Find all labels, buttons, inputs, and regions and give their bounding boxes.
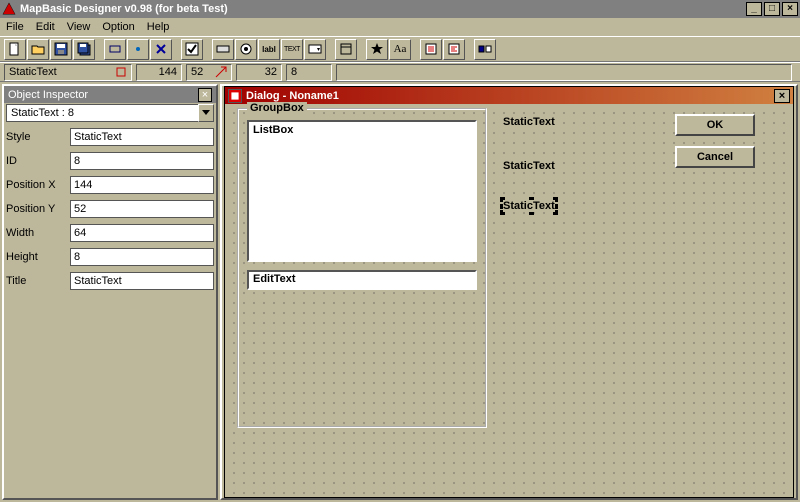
inspector-value[interactable]: StaticText (70, 128, 214, 146)
menu-bar: File Edit View Option Help (0, 18, 800, 36)
circle-icon[interactable] (127, 39, 149, 60)
dialog-window[interactable]: Dialog - Noname1 × GroupBox ListBox Edit… (224, 86, 794, 498)
inspector-row: Width64 (6, 224, 214, 242)
statictext-2[interactable]: StaticText (503, 160, 555, 172)
toolbar: labl TEXT Aa (0, 36, 800, 62)
groupbox-label: GroupBox (247, 102, 307, 114)
pos-h: 8 (286, 64, 332, 81)
statictext-selected[interactable]: StaticText (503, 200, 555, 212)
dialog-titlebar[interactable]: Dialog - Noname1 × (225, 87, 793, 104)
posbar-empty (336, 64, 792, 81)
dialog-icon (228, 89, 242, 103)
menu-help[interactable]: Help (147, 21, 170, 33)
dropdown-icon[interactable] (304, 39, 326, 60)
label-icon[interactable]: labl (258, 39, 280, 60)
pos-y: 52 (186, 64, 232, 81)
save-all-icon[interactable] (73, 39, 95, 60)
cancel-button[interactable]: Cancel (675, 146, 755, 168)
radio-icon[interactable] (235, 39, 257, 60)
frame-icon[interactable] (335, 39, 357, 60)
star-icon[interactable] (366, 39, 388, 60)
dialog-close-button[interactable]: × (774, 89, 790, 103)
inspector-label: Title (6, 275, 70, 287)
inspector-label: ID (6, 155, 70, 167)
inspector-row: Position Y52 (6, 200, 214, 218)
inspector-value[interactable]: StaticText (70, 272, 214, 290)
pos-x: 144 (136, 64, 182, 81)
align-icon[interactable] (443, 39, 465, 60)
inspector-row: TitleStaticText (6, 272, 214, 290)
new-icon[interactable] (4, 39, 26, 60)
pos-w: 32 (236, 64, 282, 81)
inspector-row: StyleStaticText (6, 128, 214, 146)
menu-option[interactable]: Option (102, 21, 134, 33)
inspector-label: Height (6, 251, 70, 263)
inspector-label: Width (6, 227, 70, 239)
cross-icon[interactable] (150, 39, 172, 60)
menu-edit[interactable]: Edit (36, 21, 55, 33)
inspector-value[interactable]: 8 (70, 152, 214, 170)
inspector-value[interactable]: 64 (70, 224, 214, 242)
font-icon[interactable]: Aa (389, 39, 411, 60)
inspector-title: Object Inspector × (4, 86, 216, 103)
edittext-control[interactable]: EditText (247, 270, 477, 290)
title-bar: MapBasic Designer v0.98 (for beta Test) … (0, 0, 800, 18)
open-icon[interactable] (27, 39, 49, 60)
inspector-value[interactable]: 52 (70, 200, 214, 218)
ok-button[interactable]: OK (675, 114, 755, 136)
inspector-label: Style (6, 131, 70, 143)
size-marker-icon (215, 66, 227, 78)
statictext-1[interactable]: StaticText (503, 116, 555, 128)
menu-file[interactable]: File (6, 21, 24, 33)
inspector-label: Position X (6, 179, 70, 191)
check-icon[interactable] (181, 39, 203, 60)
panel-icon[interactable] (474, 39, 496, 60)
button-icon[interactable] (212, 39, 234, 60)
menu-view[interactable]: View (67, 21, 91, 33)
design-canvas[interactable]: Dialog - Noname1 × GroupBox ListBox Edit… (220, 84, 798, 500)
pos-marker-icon (115, 66, 127, 78)
selected-type: StaticText (4, 64, 132, 81)
inspector-value[interactable]: 8 (70, 248, 214, 266)
app-title: MapBasic Designer v0.98 (for beta Test) (20, 3, 228, 15)
inspector-value[interactable]: 144 (70, 176, 214, 194)
maximize-button[interactable]: □ (764, 2, 780, 16)
inspector-close-icon[interactable]: × (198, 88, 212, 102)
chevron-down-icon[interactable] (198, 104, 214, 122)
listbox-control[interactable]: ListBox (247, 120, 477, 262)
minimize-button[interactable]: _ (746, 2, 762, 16)
object-inspector: Object Inspector × StaticText : 8 StyleS… (2, 84, 218, 500)
groupbox-control[interactable]: GroupBox ListBox EditText (237, 108, 487, 428)
save-icon[interactable] (50, 39, 72, 60)
app-icon (2, 2, 16, 16)
list-icon[interactable] (420, 39, 442, 60)
inspector-row: Height8 (6, 248, 214, 266)
inspector-row: Position X144 (6, 176, 214, 194)
position-bar: StaticText 144 52 32 8 (0, 62, 800, 82)
text-icon[interactable]: TEXT (281, 39, 303, 60)
rect-icon[interactable] (104, 39, 126, 60)
inspector-selector[interactable]: StaticText : 8 (6, 104, 214, 122)
close-button[interactable]: × (782, 2, 798, 16)
inspector-row: ID8 (6, 152, 214, 170)
inspector-label: Position Y (6, 203, 70, 215)
